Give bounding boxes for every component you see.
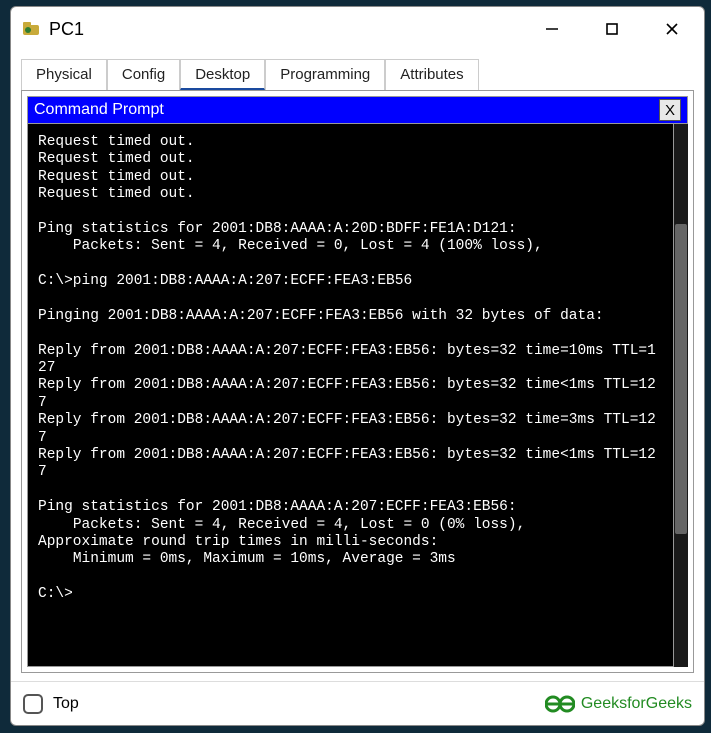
scrollbar-thumb[interactable] — [675, 224, 687, 534]
tab-physical[interactable]: Physical — [21, 59, 107, 90]
window-controls — [532, 13, 692, 45]
window-title: PC1 — [49, 19, 532, 40]
geeksforgeeks-logo-icon — [545, 693, 575, 715]
top-checkbox[interactable] — [23, 694, 43, 714]
tabbar: Physical Config Desktop Programming Attr… — [21, 59, 704, 90]
bottombar: Top GeeksforGeeks — [11, 681, 704, 725]
watermark-text: GeeksforGeeks — [581, 695, 692, 713]
scrollbar[interactable] — [674, 124, 688, 667]
terminal-container: Request timed out. Request timed out. Re… — [27, 124, 688, 667]
tab-programming[interactable]: Programming — [265, 59, 385, 90]
command-prompt-close-button[interactable]: X — [659, 99, 681, 121]
watermark: GeeksforGeeks — [545, 693, 692, 715]
tab-attributes[interactable]: Attributes — [385, 59, 478, 90]
maximize-button[interactable] — [592, 13, 632, 45]
app-icon — [21, 19, 41, 39]
terminal-output[interactable]: Request timed out. Request timed out. Re… — [27, 124, 674, 667]
command-prompt-header: Command Prompt X — [27, 96, 688, 124]
titlebar: PC1 — [11, 7, 704, 51]
minimize-button[interactable] — [532, 13, 572, 45]
tab-desktop[interactable]: Desktop — [180, 59, 265, 90]
desktop-panel: Command Prompt X Request timed out. Requ… — [21, 90, 694, 673]
command-prompt-title: Command Prompt — [34, 101, 659, 119]
close-button[interactable] — [652, 13, 692, 45]
tab-config[interactable]: Config — [107, 59, 180, 90]
top-checkbox-label: Top — [53, 695, 545, 713]
app-window: PC1 Physical Config Desktop Programming … — [10, 6, 705, 726]
